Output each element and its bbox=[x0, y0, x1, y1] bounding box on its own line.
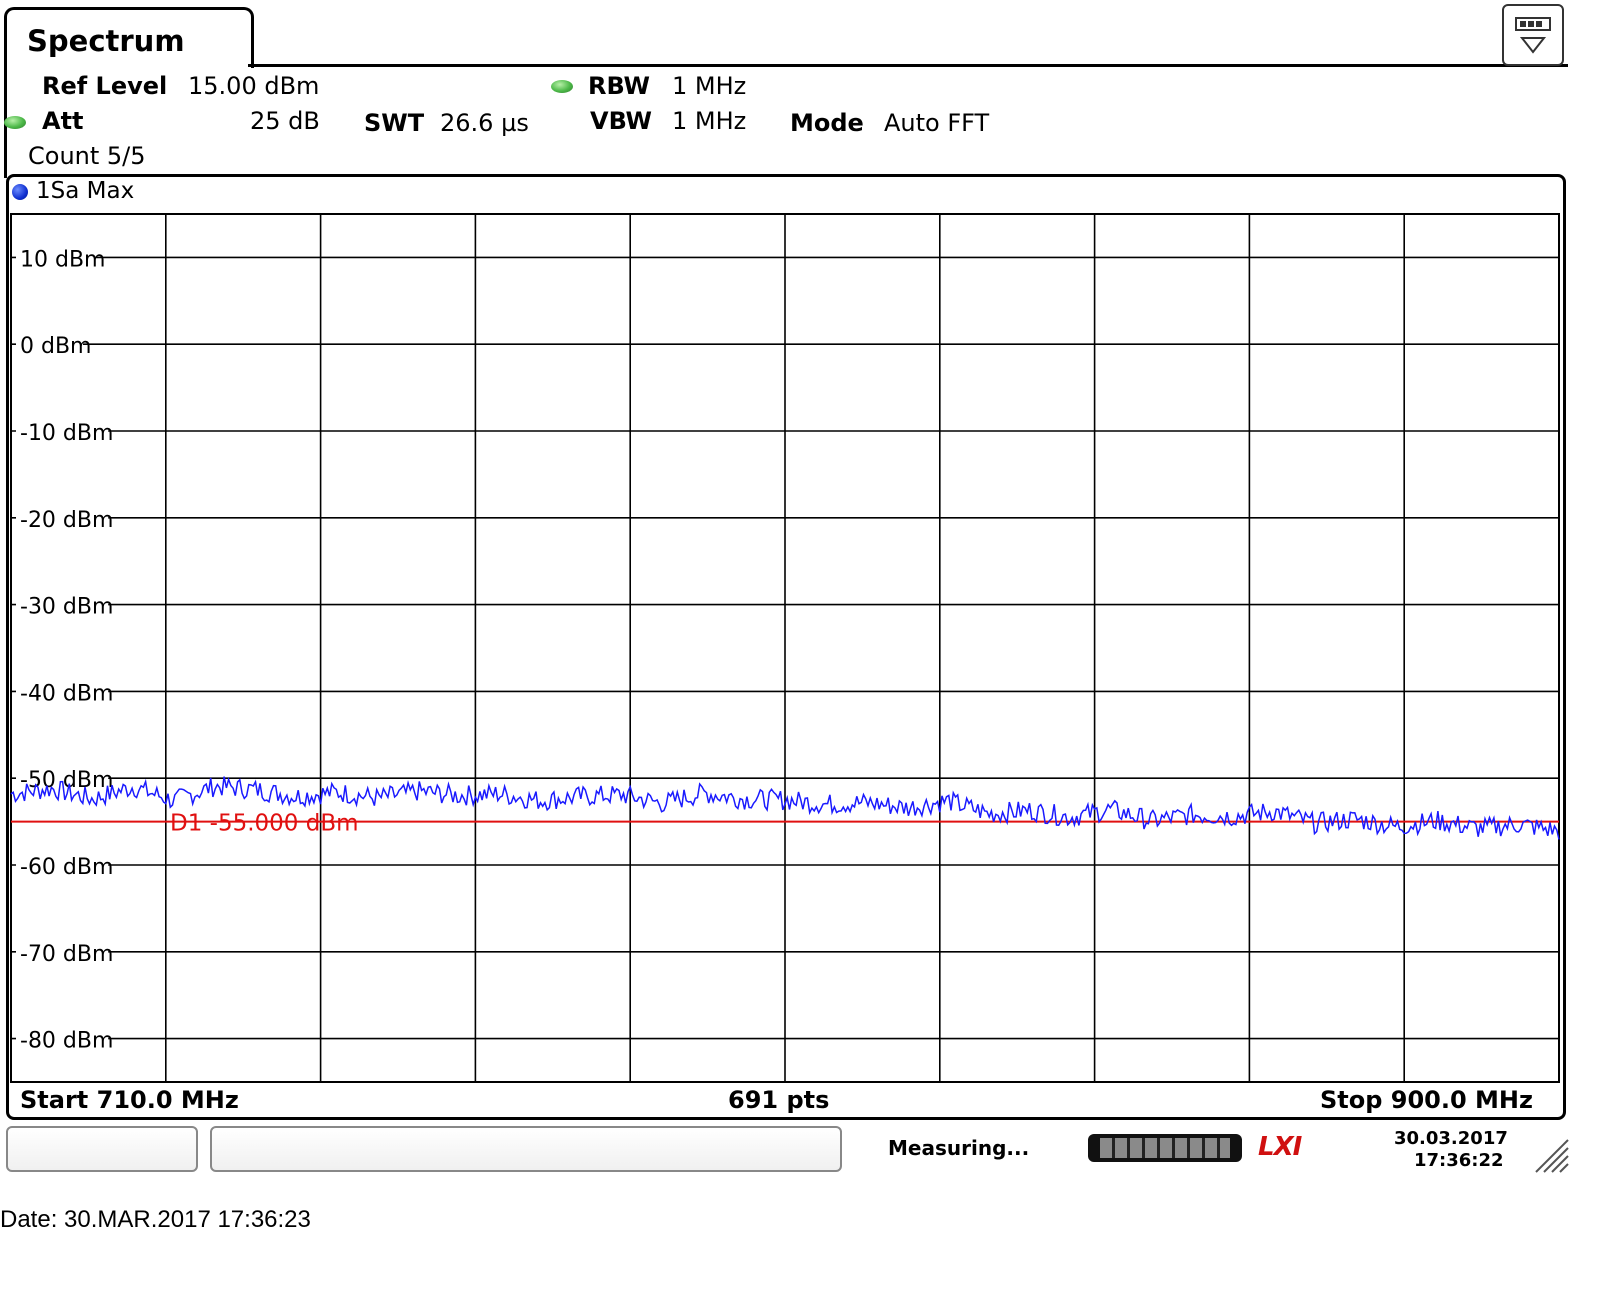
y-tick-label: 10 dBm bbox=[20, 247, 105, 272]
capture-date: Date: 30.MAR.2017 17:36:23 bbox=[0, 1206, 311, 1233]
y-tick-label: -60 dBm bbox=[20, 855, 113, 880]
y-axis-ticks: 10 dBm 0 dBm -10 dBm -20 dBm -30 dBm -40 dBm -… bbox=[16, 242, 113, 1054]
y-tick-label: -70 dBm bbox=[20, 942, 113, 967]
y-tick-label: -40 dBm bbox=[20, 681, 113, 706]
y-tick-label: -10 dBm bbox=[20, 421, 113, 446]
resize-grip-icon bbox=[1535, 1139, 1569, 1173]
start-frequency[interactable]: Start 710.0 MHz bbox=[20, 1086, 239, 1114]
status-time: 17:36:22 bbox=[1414, 1150, 1504, 1171]
y-tick-label: 0 dBm bbox=[20, 334, 91, 359]
sweep-points[interactable]: 691 pts bbox=[728, 1086, 829, 1114]
display-line-label: D1 -55.000 dBm bbox=[170, 811, 359, 837]
measurement-progress-bar bbox=[1088, 1134, 1242, 1162]
status-field-left[interactable] bbox=[6, 1126, 198, 1172]
lxi-logo: LXI bbox=[1258, 1132, 1302, 1162]
y-tick-label: -30 dBm bbox=[20, 595, 113, 620]
stop-frequency[interactable]: Stop 900.0 MHz bbox=[1320, 1086, 1533, 1114]
status-date: 30.03.2017 bbox=[1394, 1128, 1508, 1149]
status-field-message[interactable] bbox=[210, 1126, 842, 1172]
y-tick-label: -80 dBm bbox=[20, 1029, 113, 1054]
plot-grid bbox=[10, 213, 1560, 1083]
y-tick-label: -20 dBm bbox=[20, 508, 113, 533]
measuring-status: Measuring... bbox=[888, 1136, 1030, 1160]
